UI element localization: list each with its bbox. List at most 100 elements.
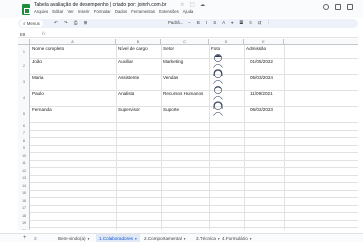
employee-photo[interactable]	[212, 68, 224, 84]
gridline	[30, 167, 358, 168]
menu-item-formatar[interactable]: Formatar	[94, 9, 111, 14]
all-sheets-icon[interactable]: ≡	[34, 236, 37, 241]
gridline	[30, 174, 358, 175]
column-header-b[interactable]: B	[116, 39, 161, 45]
cell-admissao[interactable]: 05/03/2024	[250, 75, 273, 80]
employee-photo[interactable]	[212, 100, 224, 116]
row-header[interactable]: 2	[18, 64, 30, 68]
column-header-e[interactable]: E	[244, 39, 284, 45]
cell-nome[interactable]: Paulo	[32, 91, 44, 96]
tab-formulario[interactable]: 4.Formulário ▾	[222, 234, 252, 242]
row-header[interactable]: 18	[18, 214, 30, 218]
cell-nivel[interactable]: Assistente	[118, 75, 139, 80]
menus-search-button[interactable]: ⌕ Menus	[20, 20, 43, 27]
cell-admissao[interactable]: 01/05/2022	[250, 59, 273, 64]
header-cell-admissao[interactable]: Admissão	[246, 46, 266, 51]
column-header-a[interactable]: A	[30, 39, 116, 45]
cell-setor[interactable]: Marketing	[163, 59, 183, 64]
cell-setor[interactable]: Suporte	[163, 107, 179, 112]
cell-nivel[interactable]: Auxiliar	[118, 59, 133, 64]
tab-bem-vindo[interactable]: Bem-vindo(a) ▾	[58, 234, 89, 242]
tab-colaboradores[interactable]: 1.Colaboradores ▾	[96, 234, 140, 242]
tab-comportamental[interactable]: 2.Comportamental ▾	[144, 234, 186, 242]
employee-photo[interactable]	[212, 52, 224, 68]
row-header[interactable]: 10	[18, 154, 30, 158]
menu-item-arquivo[interactable]: Arquivo	[34, 9, 48, 14]
fx-icon: fx	[42, 31, 46, 36]
cell-nivel[interactable]: Supervisor	[118, 107, 140, 112]
tab-label: 4.Formulário	[222, 236, 248, 241]
row-header[interactable]: 15	[18, 191, 30, 195]
row-header[interactable]: 6	[18, 124, 30, 128]
meet-icon[interactable]	[347, 4, 353, 10]
row-header[interactable]: 5	[18, 112, 30, 116]
cell-admissao[interactable]: 11/09/2021	[250, 91, 273, 96]
cell-nome[interactable]: João	[32, 59, 42, 64]
menu-item-dados[interactable]: Dados	[115, 9, 127, 14]
row-header[interactable]: 19	[18, 221, 30, 225]
history-icon[interactable]	[323, 4, 329, 10]
cell-admissao[interactable]: 06/02/2023	[250, 107, 273, 112]
row-header[interactable]: 8	[18, 139, 30, 143]
gridline	[30, 189, 358, 190]
gridline	[30, 152, 358, 153]
row-header[interactable]: 13	[18, 176, 30, 180]
employee-photo[interactable]	[212, 84, 224, 100]
sheets-logo-icon[interactable]	[22, 4, 30, 15]
gridline	[284, 45, 285, 230]
gridline	[30, 58, 358, 59]
row-header[interactable]: 20	[18, 229, 30, 230]
tab-label: 3.Técnica	[196, 236, 216, 241]
cell-nome[interactable]: Fernanda	[32, 107, 52, 112]
header-cell-nome[interactable]: Nome completo	[32, 46, 64, 51]
row-header[interactable]: 12	[18, 169, 30, 173]
spreadsheet-grid[interactable]: A B C D E 123456789101112131415161718192…	[18, 39, 358, 230]
cell-nome[interactable]: Maria	[32, 75, 44, 80]
row-header[interactable]: 9	[18, 146, 30, 150]
menu-item-ajuda[interactable]: Ajuda	[183, 9, 194, 14]
tab-tecnica[interactable]: 3.Técnica ▾	[196, 234, 220, 242]
header-cell-foto[interactable]: Foto	[211, 46, 220, 51]
row-header[interactable]: 14	[18, 184, 30, 188]
menu-item-extensoes[interactable]: Extensões	[159, 9, 179, 14]
menu-item-ver[interactable]: Ver	[68, 9, 74, 14]
toolbar-format-icons[interactable]: − B I S A ⌖ ▦ ≡ ⇵ ⋮	[188, 20, 271, 25]
gridline	[30, 212, 358, 213]
row-header[interactable]: 11	[18, 161, 30, 165]
header-cell-setor[interactable]: Setor	[163, 46, 174, 51]
comments-icon[interactable]	[335, 4, 341, 10]
add-sheet-icon[interactable]: +	[23, 235, 27, 241]
title-icons[interactable]: ☆ ⬚ ☁	[180, 2, 207, 8]
cell-setor[interactable]: Vendas	[163, 75, 178, 80]
header-cell-nivel[interactable]: Nível de cargo	[118, 46, 148, 51]
cell-nivel[interactable]: Analista	[118, 91, 134, 96]
gridline	[30, 204, 358, 205]
gridline	[30, 227, 358, 228]
menu-item-inserir[interactable]: Inserir	[78, 9, 90, 14]
menu-item-editar[interactable]: Editar	[52, 9, 63, 14]
document-title[interactable]: Tabela avaliação de desempenho | criado …	[34, 2, 167, 8]
chevron-down-icon: ▾	[249, 237, 252, 241]
row-header-column: 12345678910111213141516171819202122	[18, 45, 30, 230]
cell-setor[interactable]: Recursos Humanos	[163, 91, 203, 96]
tab-label: 1.Colaboradores	[99, 236, 133, 241]
row-header[interactable]: 17	[18, 206, 30, 210]
column-header-d[interactable]: D	[209, 39, 244, 45]
name-box[interactable]: E8	[20, 32, 25, 37]
row-header[interactable]: 1	[18, 50, 30, 54]
header-actions	[323, 4, 353, 10]
chevron-down-icon: ▾	[183, 237, 186, 241]
row-header[interactable]: 7	[18, 131, 30, 135]
tab-label: 2.Comportamental	[144, 236, 182, 241]
toolbar-left-icons[interactable]: ↶ ↷ ⎙ ⊞	[54, 20, 90, 26]
column-header-c[interactable]: C	[161, 39, 209, 45]
row-header[interactable]: 4	[18, 96, 30, 100]
row-header[interactable]: 16	[18, 199, 30, 203]
row-header[interactable]: 3	[18, 80, 30, 84]
app-header: Tabela avaliação de desempenho | criado …	[0, 0, 363, 18]
chevron-down-icon: ▾	[87, 237, 90, 241]
gridline	[30, 74, 358, 75]
font-select[interactable]: Padrã...	[168, 20, 183, 25]
gridline	[30, 137, 358, 138]
menu-item-ferramentas[interactable]: Ferramentas	[131, 9, 155, 14]
